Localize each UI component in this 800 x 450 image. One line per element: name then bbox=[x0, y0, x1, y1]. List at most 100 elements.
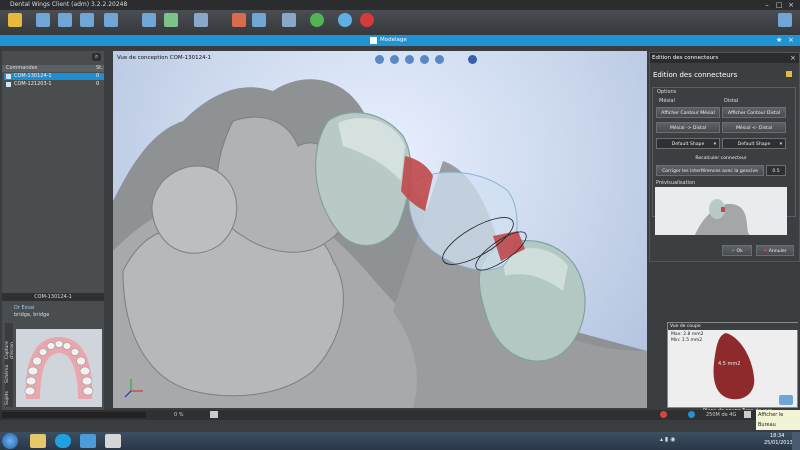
cancel-button[interactable]: ✖ Annuler bbox=[756, 245, 794, 256]
view-reset-icon[interactable] bbox=[435, 55, 444, 64]
screen-add-icon[interactable] bbox=[164, 13, 178, 27]
close-mode-icon[interactable]: × bbox=[788, 35, 794, 46]
mode-icon bbox=[370, 37, 377, 44]
view-rotate-icon[interactable] bbox=[420, 55, 429, 64]
3d-viewport[interactable] bbox=[113, 51, 647, 408]
mesial-shape-select[interactable]: Default Shape ▾ bbox=[656, 138, 720, 149]
window-icon[interactable] bbox=[778, 13, 792, 27]
close-panel-icon[interactable]: × bbox=[790, 53, 796, 63]
preview-image bbox=[655, 187, 787, 235]
order-status: 0 bbox=[96, 73, 100, 79]
screenshot-icon[interactable] bbox=[210, 411, 218, 418]
left-panel: ⌕ Commandes St. COM-130124-1 0 COM-12120… bbox=[2, 51, 104, 411]
power-icon[interactable] bbox=[360, 13, 374, 27]
cross-icon: ✖ bbox=[763, 249, 768, 254]
scan-icon[interactable] bbox=[232, 13, 246, 27]
col-status[interactable]: St. bbox=[96, 65, 103, 72]
edit-icon[interactable] bbox=[8, 13, 22, 27]
panel-titlebar: Edition des connecteurs × bbox=[650, 53, 799, 63]
tab-sujets[interactable]: Sujets bbox=[5, 387, 13, 405]
search-icon[interactable]: ⌕ bbox=[92, 53, 101, 61]
show-distal-button[interactable]: Afficher Contour Distal bbox=[722, 107, 786, 118]
mesial-to-distal-button[interactable]: Mésial -> Distal bbox=[656, 122, 720, 133]
progress-bar bbox=[2, 412, 146, 418]
doctor-label: Dr Essai bbox=[14, 305, 35, 311]
mesial-from-distal-button[interactable]: Mésial <- Distal bbox=[722, 122, 786, 133]
viewport-title: Vue de conception COM-130124-1 bbox=[117, 55, 212, 61]
correct-value-field[interactable]: 0.5 bbox=[766, 165, 786, 176]
edit-icon[interactable] bbox=[786, 71, 792, 77]
mode-label[interactable]: Modelage bbox=[380, 35, 407, 46]
show-desktop-tooltip: Afficher le Bureau bbox=[756, 410, 800, 430]
trash-icon[interactable] bbox=[744, 411, 751, 418]
connector-panel: Edition des connecteurs × Edition des co… bbox=[649, 52, 800, 262]
mesial-label: Mésial bbox=[659, 98, 675, 104]
options-label: Options bbox=[657, 89, 677, 95]
check-icon: ✔ bbox=[731, 249, 736, 254]
panel-header: Edition des connecteurs bbox=[653, 71, 738, 79]
screen-icon[interactable] bbox=[142, 13, 156, 27]
explorer-icon[interactable] bbox=[30, 434, 46, 448]
cancel-label: Annuler bbox=[768, 249, 787, 254]
alert-icon bbox=[660, 411, 667, 418]
order-id: COM-121203-1 bbox=[14, 81, 52, 87]
monitor-add-icon[interactable] bbox=[58, 13, 72, 27]
view-top-icon[interactable] bbox=[390, 55, 399, 64]
window-title: Dental Wings Client (adm) 3.2.2.20248 bbox=[10, 1, 128, 8]
section-max: Max: 2.8 mm2 bbox=[671, 332, 704, 337]
dental-arch-diagram bbox=[16, 329, 102, 407]
view-front-icon[interactable] bbox=[375, 55, 384, 64]
tab-capture[interactable]: Capture d'écran bbox=[5, 325, 15, 359]
order-icon bbox=[6, 74, 11, 79]
distal-shape-value: Default Shape bbox=[737, 142, 771, 147]
orders-table-header: Commandes St. bbox=[2, 65, 104, 72]
paint-icon[interactable] bbox=[105, 434, 121, 448]
col-commandes[interactable]: Commandes bbox=[6, 65, 37, 72]
globe-icon[interactable] bbox=[338, 13, 352, 27]
order-row-2[interactable]: COM-121203-1 0 bbox=[4, 81, 104, 88]
status-bar: 0 % 250M de 4G Afficher le Bureau bbox=[0, 410, 800, 430]
memory-text: 250M de 4G bbox=[706, 412, 737, 418]
recalc-button[interactable]: Recalculer connecteur bbox=[656, 153, 786, 164]
correct-interference-button[interactable]: Corriger les interférences avec la genci… bbox=[656, 165, 764, 176]
monitor-icon[interactable] bbox=[36, 13, 50, 27]
dental-model-render bbox=[113, 79, 647, 408]
maximize-button[interactable]: □ bbox=[774, 1, 784, 9]
distal-shape-select[interactable]: Default Shape ▾ bbox=[722, 138, 786, 149]
refresh-icon[interactable] bbox=[310, 13, 324, 27]
skype-icon[interactable] bbox=[55, 434, 71, 448]
type-label: bridge, bridge bbox=[14, 312, 50, 318]
camera-icon[interactable] bbox=[779, 395, 793, 405]
show-mesial-button[interactable]: Afficher Contour Mésial bbox=[656, 107, 720, 118]
section-min: Min: 1.5 mm2 bbox=[671, 338, 703, 343]
mesial-shape-value: Default Shape bbox=[671, 142, 705, 147]
keyboard-icon[interactable] bbox=[194, 13, 208, 27]
section-area: 4.5 mm2 bbox=[718, 361, 741, 367]
side-tabs: Capture d'écran Schéma Sujets bbox=[5, 323, 15, 407]
order-row-1[interactable]: COM-130124-1 0 bbox=[4, 73, 104, 80]
monitor-import-icon[interactable] bbox=[80, 13, 94, 27]
close-button[interactable]: × bbox=[786, 1, 796, 9]
minimize-button[interactable]: – bbox=[762, 1, 772, 9]
progress-text: 0 % bbox=[174, 412, 184, 418]
display-icon[interactable] bbox=[252, 13, 266, 27]
start-button[interactable] bbox=[2, 433, 18, 449]
clock-time[interactable]: 18:34 bbox=[770, 433, 784, 439]
panel-title: Edition des connecteurs bbox=[652, 55, 719, 61]
clock-date[interactable]: 25/01/2013 bbox=[764, 440, 793, 446]
pin-icon[interactable]: ★ bbox=[776, 35, 782, 46]
ok-button[interactable]: ✔ Ok bbox=[722, 245, 752, 256]
settings-icon[interactable] bbox=[282, 13, 296, 27]
preview-label: Prévisualisation bbox=[656, 180, 696, 186]
undo-icon[interactable] bbox=[468, 55, 477, 64]
monitor-export-icon[interactable] bbox=[104, 13, 118, 27]
show-desktop-button[interactable] bbox=[792, 432, 800, 450]
tray-icons[interactable]: ▴ ▮ ◉ bbox=[660, 436, 675, 443]
dental-wings-icon[interactable] bbox=[80, 434, 96, 448]
view-side-icon[interactable] bbox=[405, 55, 414, 64]
ok-label: Ok bbox=[736, 249, 743, 254]
order-icon bbox=[6, 82, 11, 87]
title-bar: Dental Wings Client (adm) 3.2.2.20248 – … bbox=[0, 0, 800, 10]
section-title: Vue de coupe bbox=[668, 323, 799, 330]
tab-schema[interactable]: Schéma bbox=[5, 363, 13, 383]
